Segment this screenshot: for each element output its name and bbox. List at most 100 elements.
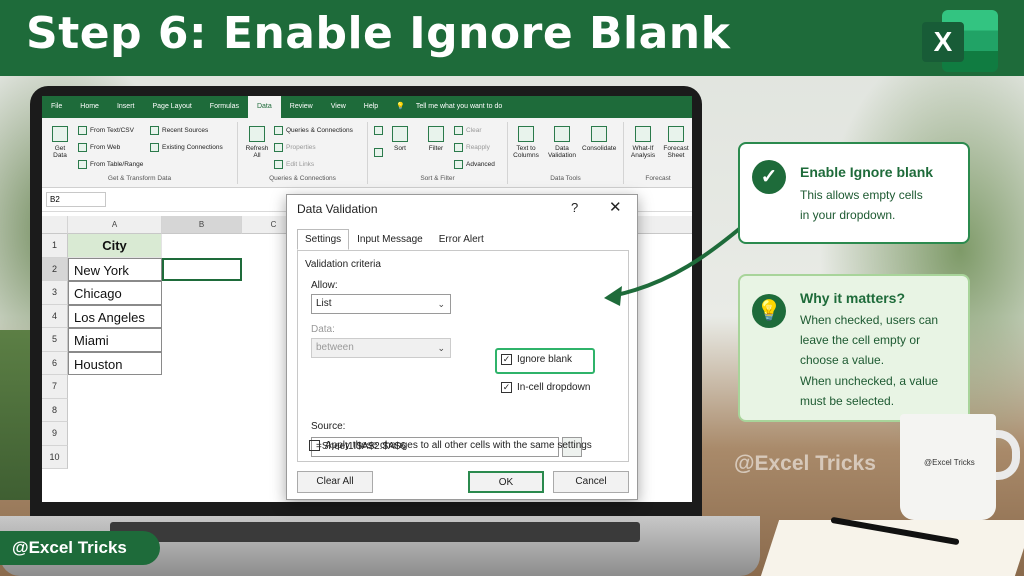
reapply-icon [454,143,463,152]
row-header[interactable]: 3 [42,281,68,305]
incell-dropdown-checkbox[interactable]: ✓ In-cell dropdown [501,382,590,393]
select-all-corner[interactable] [42,216,68,234]
consolidate-button[interactable]: Consolidate [582,126,616,152]
arrow-pointer [604,215,755,306]
menu-help[interactable]: Help [355,96,387,118]
menu-formulas[interactable]: Formulas [201,96,248,118]
menu-bar: File Home Insert Page Layout Formulas Da… [42,96,692,118]
column-header-b[interactable]: B [162,216,242,234]
sort-button[interactable]: Sort [392,126,408,152]
from-table-button[interactable]: From Table/Range [78,160,143,169]
reapply-button[interactable]: Reapply [454,143,490,152]
watermark-text: @Excel Tricks [734,452,876,475]
filter-button[interactable]: Filter [428,126,444,152]
name-box[interactable]: B2 [46,192,106,207]
clear-button[interactable]: Clear [454,126,482,135]
sort-az-icon [374,126,383,135]
city-cell[interactable]: Los Angeles [68,304,162,328]
menu-file[interactable]: File [42,96,71,118]
sort-za-button[interactable] [374,148,383,157]
text-to-columns-button[interactable]: Text to Columns [512,126,540,159]
advanced-filter-icon [454,160,463,169]
group-label: Queries & Connections [269,175,336,182]
existing-connections-button[interactable]: Existing Connections [150,143,223,152]
selected-cell-b2[interactable] [162,257,242,281]
row-header[interactable]: 2 [42,257,68,281]
group-label: Data Tools [550,175,581,182]
page-title: Step 6: Enable Ignore Blank [26,8,731,59]
row-header[interactable]: 5 [42,328,68,352]
menu-page-layout[interactable]: Page Layout [143,96,200,118]
dialog-title: Data Validation [297,202,378,216]
tell-me-box[interactable]: 💡 Tell me what you want to do [387,96,520,118]
dialog-tabs: Settings Input Message Error Alert [297,229,492,250]
city-cell[interactable]: Chicago [68,281,162,305]
tab-error-alert[interactable]: Error Alert [431,229,492,250]
advanced-button[interactable]: Advanced [454,160,495,169]
callout-text: When checked, users can [800,313,939,327]
clear-all-button[interactable]: Clear All [297,471,373,493]
database-icon [52,126,68,142]
channel-handle: @Excel Tricks [0,531,160,565]
ok-button[interactable]: OK [468,471,544,493]
get-data-button[interactable]: Get Data [48,126,72,159]
row-header[interactable]: 8 [42,398,68,422]
city-cell[interactable]: Miami [68,328,162,352]
column-header-a[interactable]: A [68,216,162,234]
row-header[interactable]: 1 [42,234,68,258]
recent-sources-button[interactable]: Recent Sources [150,126,208,135]
row-header[interactable]: 7 [42,375,68,399]
queries-connections-button[interactable]: Queries & Connections [274,126,353,135]
row-header[interactable]: 9 [42,422,68,446]
properties-icon [274,143,283,152]
menu-home[interactable]: Home [71,96,108,118]
callout-text: When unchecked, a value [800,374,939,388]
group-queries: Refresh All Queries & Connections Proper… [238,122,368,184]
row-header[interactable]: 10 [42,445,68,469]
ignore-blank-checkbox[interactable]: ✓ Ignore blank [501,354,572,365]
data-select[interactable]: between ⌄ [311,338,451,358]
menu-review[interactable]: Review [281,96,322,118]
allow-select[interactable]: List ⌄ [311,294,451,314]
data-label: Data: [311,324,335,335]
cancel-button[interactable]: Cancel [553,471,629,493]
menu-data[interactable]: Data [247,96,281,118]
group-sort-filter: Sort Filter Clear Reapply Advanced Sort … [368,122,508,184]
title-banner: Step 6: Enable Ignore Blank X [0,0,1024,76]
callout-enable-ignore: ✓ Enable Ignore blank This allows empty … [738,142,970,244]
refresh-all-button[interactable]: Refresh All [244,126,270,159]
checkmark-icon: ✓ [501,354,512,365]
edit-links-button[interactable]: Edit Links [274,160,314,169]
from-text-button[interactable]: From Text/CSV [78,126,134,135]
sort-az-button[interactable] [374,126,383,135]
group-label: Get & Transform Data [107,175,172,182]
refresh-icon [249,126,265,142]
criteria-label: Validation criteria [305,259,381,270]
tab-input-message[interactable]: Input Message [349,229,431,250]
properties-button[interactable]: Properties [274,143,316,152]
apply-all-checkbox[interactable]: Apply these changes to all other cells w… [309,440,592,451]
excel-logo-icon: X [922,10,998,72]
callout-text: must be selected. [800,394,895,408]
city-cell[interactable]: Houston [68,351,162,375]
globe-icon [78,143,87,152]
row-header[interactable]: 4 [42,304,68,328]
callout-heading: Why it matters? [800,290,906,306]
what-if-button[interactable]: What-If Analysis [628,126,658,159]
forecast-sheet-button[interactable]: Forecast Sheet [662,126,690,159]
city-header-cell[interactable]: City [68,234,162,258]
row-header[interactable]: 6 [42,351,68,375]
menu-view[interactable]: View [322,96,355,118]
data-validation-button[interactable]: Data Validation [546,126,578,159]
data-validation-dialog: Data Validation ? ✕ Settings Input Messa… [286,194,638,500]
tab-settings[interactable]: Settings [297,229,350,250]
help-icon[interactable]: ? [571,200,578,215]
source-label: Source: [311,421,346,432]
from-web-button[interactable]: From Web [78,143,120,152]
menu-insert[interactable]: Insert [108,96,144,118]
checkmark-icon: ✓ [501,382,512,393]
coffee-mug [900,414,996,520]
sort-icon [392,126,408,142]
city-cell[interactable]: New York [68,257,162,281]
group-data-tools: Text to Columns Data Validation Consolid… [508,122,624,184]
